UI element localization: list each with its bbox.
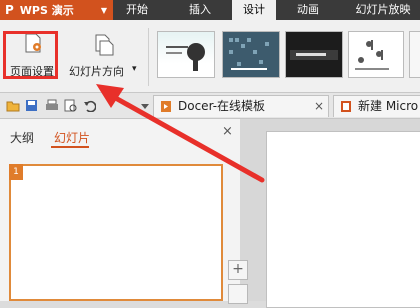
- tab-home[interactable]: 开始: [117, 0, 157, 20]
- app-name: WPS 演示: [19, 4, 74, 17]
- doc-tab-label: 新建 Micro: [358, 99, 419, 113]
- undo-icon[interactable]: [83, 99, 96, 112]
- slides-panel: 大纲 幻灯片 × 1: [0, 119, 240, 301]
- open-folder-icon[interactable]: [6, 99, 20, 112]
- presentation-file-icon: [340, 100, 352, 113]
- slide-editor-area: +: [228, 119, 420, 308]
- dropdown-caret-icon[interactable]: [140, 99, 153, 112]
- slide-orientation-button[interactable]: 幻灯片方向 ▾: [66, 20, 142, 90]
- caret-down-icon: ▼: [100, 5, 107, 15]
- app-menu-button[interactable]: P WPS 演示 ▼: [0, 0, 113, 20]
- tab-insert[interactable]: 插入: [178, 0, 222, 20]
- active-tab-indicator: [51, 146, 89, 148]
- ribbon-separator: [148, 28, 149, 86]
- doc-tab-docer[interactable]: Docer-在线模板 ×: [153, 95, 329, 117]
- design-thumbnail[interactable]: [348, 31, 404, 78]
- design-thumbnail[interactable]: [285, 31, 343, 78]
- close-icon[interactable]: ×: [314, 96, 324, 117]
- close-icon[interactable]: ×: [222, 124, 233, 139]
- orientation-caret-icon: ▾: [132, 64, 137, 74]
- design-thumbnail[interactable]: [157, 31, 215, 78]
- menu-bar: P WPS 演示 ▼ 开始 插入 设计 动画 幻灯片放映: [0, 0, 420, 20]
- doc-tab-label: Docer-在线模板: [178, 99, 266, 113]
- design-thumbnail[interactable]: [222, 31, 280, 78]
- save-icon[interactable]: [25, 99, 38, 112]
- quick-toolbar: Docer-在线模板 × 新建 Micro: [0, 93, 420, 119]
- orientation-label: 幻灯片方向: [69, 65, 124, 78]
- add-slide-button[interactable]: +: [228, 260, 248, 280]
- doc-tab-new[interactable]: 新建 Micro: [333, 95, 420, 117]
- tab-outline[interactable]: 大纲: [10, 129, 34, 146]
- layout-button[interactable]: [228, 284, 248, 304]
- tab-animation[interactable]: 动画: [286, 0, 330, 20]
- tab-design[interactable]: 设计: [232, 0, 276, 20]
- annotation-highlight-box: [3, 31, 58, 79]
- tab-slideshow[interactable]: 幻灯片放映: [346, 0, 420, 20]
- print-icon[interactable]: [45, 99, 58, 112]
- design-thumbnail[interactable]: [409, 31, 420, 78]
- slide-number-badge: 1: [9, 164, 23, 180]
- tab-slides[interactable]: 幻灯片: [54, 129, 90, 146]
- orientation-icon: [94, 34, 114, 56]
- print-preview-icon[interactable]: [64, 99, 77, 112]
- wps-logo: P: [5, 3, 14, 17]
- ribbon-design: 页面设置 幻灯片方向 ▾: [0, 20, 420, 93]
- docer-icon: [160, 100, 172, 113]
- slide-canvas[interactable]: [266, 131, 420, 308]
- slide-thumbnail[interactable]: [9, 164, 223, 301]
